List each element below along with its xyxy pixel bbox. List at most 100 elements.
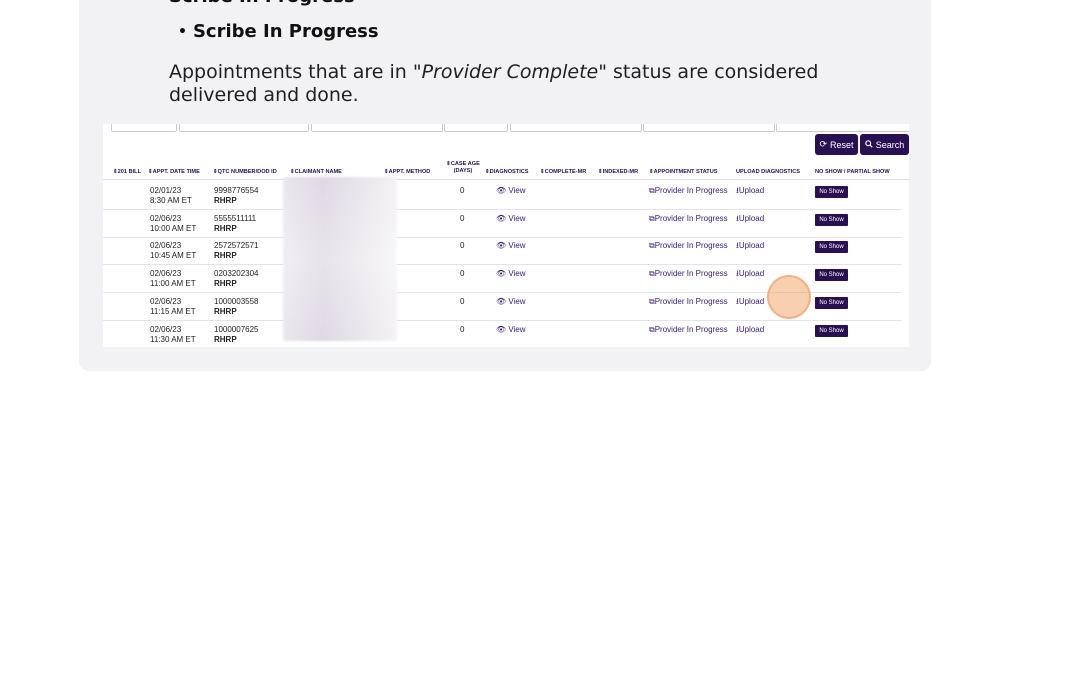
no-show-label: No Show bbox=[819, 189, 844, 195]
reset-label: Reset bbox=[830, 139, 854, 150]
upload-link[interactable]: ⭳Upload bbox=[736, 269, 764, 279]
case-age: 0 bbox=[460, 241, 465, 251]
case-age: 0 bbox=[460, 213, 465, 223]
appointment-status-link[interactable]: ⧉Provider In Progress bbox=[649, 297, 728, 307]
view-diagnostics-link[interactable]: 👁 View bbox=[496, 325, 526, 335]
upload-link[interactable]: ⭳Upload bbox=[736, 214, 764, 224]
program-code: RHRP bbox=[214, 251, 237, 261]
no-show-button[interactable]: No Show bbox=[815, 186, 848, 198]
no-show-button[interactable]: No Show bbox=[815, 241, 848, 254]
program-code: RHRP bbox=[214, 334, 237, 344]
upload-link[interactable]: ⭳Upload bbox=[736, 297, 764, 307]
no-show-button[interactable]: No Show bbox=[815, 296, 848, 309]
appt-date-time: 02/06/23 11:00 AM ET bbox=[150, 269, 196, 289]
view-label: View bbox=[508, 241, 526, 251]
search-button[interactable]: Search bbox=[860, 134, 909, 155]
col-diagnostics[interactable]: ⇕DIAGNOSTICS bbox=[485, 169, 529, 175]
view-label: View bbox=[508, 269, 526, 279]
eye-icon: 👁 bbox=[496, 186, 507, 195]
upload-link[interactable]: ⭳Upload bbox=[736, 325, 764, 335]
upload-link[interactable]: ⭳Upload bbox=[736, 186, 764, 196]
col-appointment-status[interactable]: ⇕APPOINTMENT STATUS bbox=[649, 169, 718, 175]
reset-button[interactable]: ⟳ Reset bbox=[815, 134, 858, 155]
paragraph-before: Appointments that are in " bbox=[169, 61, 422, 83]
filter-input[interactable] bbox=[444, 124, 508, 132]
appointment-status-link[interactable]: ⧉Provider In Progress bbox=[649, 241, 728, 251]
col-claimant-name[interactable]: ⇕CLAIMANT NAME bbox=[290, 169, 342, 175]
upload-label: Upload bbox=[738, 296, 765, 306]
program-code: RHRP bbox=[214, 196, 237, 205]
qtc-id: 0203202304 bbox=[214, 269, 259, 279]
upload-label: Upload bbox=[738, 269, 765, 279]
no-show-label: No Show bbox=[819, 272, 844, 279]
search-icon bbox=[864, 139, 873, 150]
filter-input[interactable] bbox=[510, 124, 642, 132]
col-case-age-line2: (DAYS) bbox=[453, 168, 473, 174]
bullet-label: Scribe In Progress bbox=[192, 21, 379, 42]
appt-date-time: 02/01/23 8:30 AM ET bbox=[150, 186, 192, 206]
col-appt-method[interactable]: ⇕APPT. METHOD bbox=[384, 169, 430, 175]
appointment-status-link[interactable]: ⧉Provider In Progress bbox=[649, 269, 728, 279]
view-label: View bbox=[508, 296, 526, 306]
filter-input[interactable] bbox=[111, 124, 177, 132]
eye-icon: 👁 bbox=[496, 241, 507, 251]
filter-input[interactable] bbox=[179, 124, 309, 132]
case-age: 0 bbox=[460, 324, 465, 334]
col-appt-date-time[interactable]: ⇕APPT. DATE TIME bbox=[148, 169, 200, 175]
redacted-claimant-names bbox=[283, 177, 397, 341]
col-no-show: NO SHOW / PARTIAL SHOW bbox=[815, 169, 890, 175]
upload-label: Upload bbox=[738, 213, 765, 223]
eye-icon: 👁 bbox=[496, 296, 507, 306]
view-diagnostics-link[interactable]: 👁 View bbox=[496, 241, 526, 251]
appt-time: 11:00 AM ET bbox=[150, 279, 196, 289]
view-diagnostics-link[interactable]: 👁 View bbox=[496, 186, 526, 196]
status-label: Provider In Progress bbox=[654, 213, 728, 223]
status-label: Provider In Progress bbox=[654, 186, 728, 195]
view-diagnostics-link[interactable]: 👁 View bbox=[496, 297, 526, 307]
filter-input[interactable] bbox=[643, 124, 775, 132]
appt-date: 02/06/23 bbox=[150, 213, 182, 223]
table-row: 02/06/23 10:45 AM ET 2572572571 RHRP 0 👁… bbox=[103, 236, 902, 266]
status-label: Provider In Progress bbox=[654, 241, 728, 251]
appt-date-time: 02/06/23 11:30 AM ET bbox=[150, 325, 196, 345]
view-diagnostics-link[interactable]: 👁 View bbox=[496, 269, 526, 279]
paragraph-italic: Provider Complete bbox=[421, 61, 599, 83]
view-label: View bbox=[508, 213, 526, 223]
qtc-id: 9998776554 bbox=[214, 186, 259, 195]
no-show-label: No Show bbox=[819, 216, 844, 223]
qtc-number: 2572572571 RHRP bbox=[214, 241, 259, 261]
upload-link[interactable]: ⭳Upload bbox=[736, 241, 764, 251]
appt-date: 02/06/23 bbox=[150, 324, 182, 334]
col-upload-diagnostics: UPLOAD DIAGNOSTICS bbox=[736, 169, 801, 175]
appointment-status-link[interactable]: ⧉Provider In Progress bbox=[649, 214, 728, 224]
qtc-number: 0203202304 RHRP bbox=[214, 269, 259, 289]
filter-row bbox=[103, 124, 909, 132]
appt-date: 02/06/23 bbox=[150, 241, 182, 251]
qtc-number: 1000003558 RHRP bbox=[214, 297, 259, 317]
filter-input[interactable] bbox=[776, 124, 909, 132]
col-case-age[interactable]: ⇕CASE AGE (DAYS) bbox=[443, 161, 483, 175]
appt-date-time: 02/06/23 11:15 AM ET bbox=[150, 297, 196, 317]
program-code: RHRP bbox=[214, 223, 237, 233]
bullet-item: • Scribe In Progress bbox=[178, 21, 379, 42]
partial-heading: Scribe In Progress bbox=[169, 0, 355, 7]
appointment-status-link[interactable]: ⧉Provider In Progress bbox=[649, 325, 728, 335]
col-bill[interactable]: ⇕201 BILL bbox=[113, 169, 141, 175]
embedded-screenshot: ⟳ Reset Search ⇕201 BILL ⇕APPT. DATE TIM… bbox=[103, 124, 909, 347]
appointment-status-link[interactable]: ⧉Provider In Progress bbox=[649, 186, 728, 196]
qtc-id: 1000003558 bbox=[214, 296, 259, 306]
filter-input[interactable] bbox=[311, 124, 443, 132]
qtc-number: 5555511111 RHRP bbox=[214, 214, 256, 234]
eye-icon: 👁 bbox=[496, 213, 507, 223]
col-indexed-mr[interactable]: ⇕INDEXED-MR bbox=[598, 169, 638, 175]
upload-label: Upload bbox=[738, 324, 765, 334]
search-label: Search bbox=[875, 139, 905, 150]
col-qtc-number[interactable]: ⇕QTC NUMBER/DOD ID bbox=[213, 169, 277, 175]
view-label: View bbox=[508, 186, 526, 195]
no-show-button[interactable]: No Show bbox=[815, 213, 848, 226]
no-show-button[interactable]: No Show bbox=[815, 269, 848, 282]
col-complete-mr[interactable]: ⇕COMPLETE-MR bbox=[540, 169, 586, 175]
view-diagnostics-link[interactable]: 👁 View bbox=[496, 214, 526, 224]
no-show-button[interactable]: No Show bbox=[815, 324, 848, 337]
appt-time: 10:45 AM ET bbox=[150, 251, 197, 261]
